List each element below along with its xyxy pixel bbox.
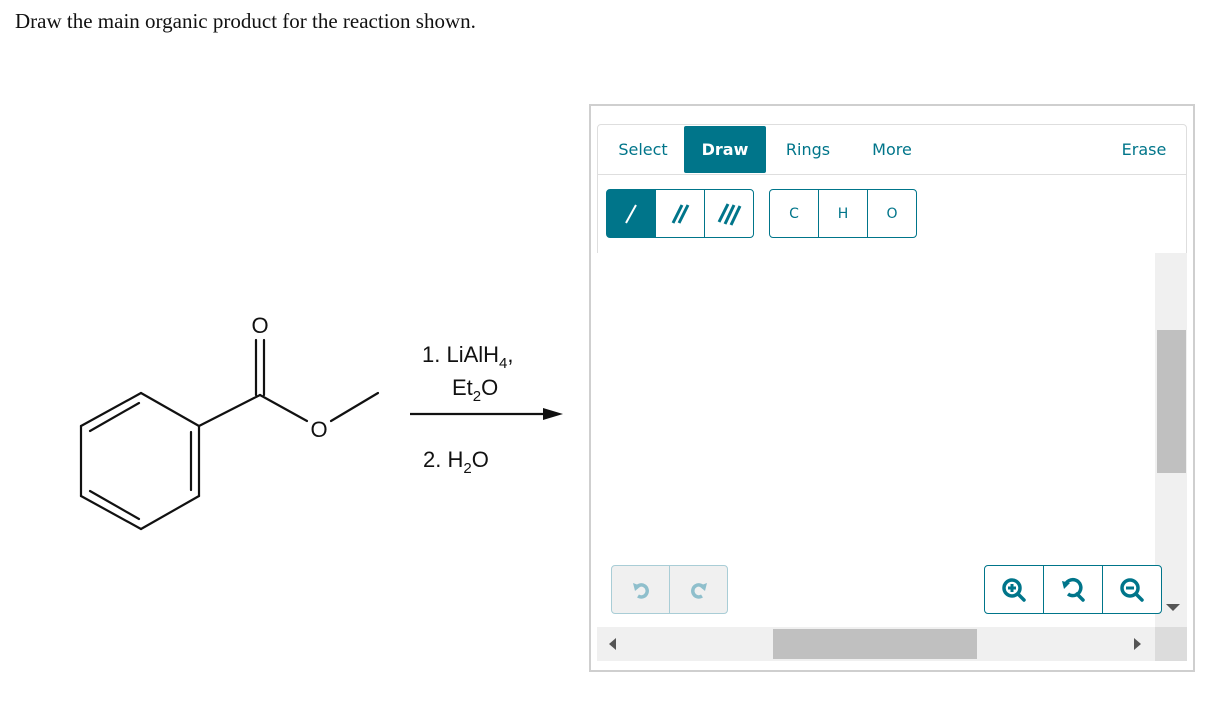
undo-icon	[632, 582, 649, 599]
reactant-structure	[79, 338, 380, 531]
double-bond-button[interactable]	[655, 189, 705, 238]
erase-button[interactable]: Erase	[1112, 126, 1176, 173]
tab-more[interactable]: More	[862, 126, 922, 173]
condition-solvent: Et2O	[452, 375, 498, 405]
scroll-left-arrow-icon[interactable]	[609, 638, 616, 650]
methyl-bond	[329, 391, 380, 423]
ring-bond	[139, 494, 201, 531]
triple-bond-icon	[717, 202, 742, 226]
scroll-right-arrow-icon[interactable]	[1134, 638, 1141, 650]
horizontal-scroll-thumb[interactable]	[773, 629, 977, 659]
zoom-reset-icon	[1062, 577, 1085, 602]
tab-rings[interactable]: Rings	[778, 126, 838, 173]
ester-bond	[258, 393, 309, 423]
condition-step2-subscript: 2	[463, 460, 471, 477]
condition-solvent-subscript: 2	[473, 388, 481, 405]
tab-draw[interactable]: Draw	[684, 126, 766, 173]
condition-step1: 1. LiAlH4,	[422, 342, 514, 372]
condition-step2-text: 2. H	[423, 447, 463, 472]
redo-icon	[690, 582, 707, 599]
atom-h-button[interactable]: H	[818, 189, 868, 238]
single-bond-icon	[625, 204, 637, 223]
zoom-in-icon	[1002, 577, 1026, 602]
scrollbar-corner	[1155, 627, 1187, 661]
condition-solvent-text: Et	[452, 375, 473, 400]
zoom-in-button[interactable]	[984, 565, 1044, 614]
condition-step1-text: 1. LiAlH	[422, 342, 499, 367]
carbonyl-oxygen-label: O	[251, 313, 268, 338]
ring-bond	[79, 494, 143, 531]
undo-button[interactable]	[611, 565, 670, 614]
ring-bond	[139, 391, 201, 428]
condition-step1-subscript: 4	[499, 355, 507, 372]
vertical-scroll-thumb[interactable]	[1157, 330, 1186, 473]
horizontal-scrollbar[interactable]	[597, 627, 1155, 661]
atom-tool-group: C H O	[769, 189, 917, 238]
zoom-out-icon	[1120, 577, 1144, 602]
editor-tab-bar: Select Draw Rings More Erase	[597, 124, 1187, 175]
scroll-down-arrow-icon[interactable]	[1166, 604, 1180, 611]
ring-bond	[79, 391, 143, 428]
triple-bond-button[interactable]	[704, 189, 754, 238]
atom-c-button[interactable]: C	[769, 189, 819, 238]
atom-o-button[interactable]: O	[867, 189, 917, 238]
reaction-arrowhead	[543, 408, 563, 420]
zoom-out-button[interactable]	[1102, 565, 1162, 614]
aryl-carbonyl-bond	[197, 393, 262, 428]
redo-button[interactable]	[669, 565, 728, 614]
bond-tool-group	[606, 189, 754, 238]
zoom-reset-button[interactable]	[1043, 565, 1103, 614]
double-bond-icon	[671, 203, 690, 224]
zoom-controls	[984, 565, 1162, 614]
reaction-scheme: O O 1. LiAlH4, Et2O 2. H2O	[79, 313, 563, 531]
single-bond-button[interactable]	[606, 189, 656, 238]
structure-editor: Select Draw Rings More Erase C H O	[589, 104, 1195, 672]
condition-step2: 2. H2O	[423, 447, 489, 477]
ester-oxygen-label: O	[310, 417, 327, 442]
condition-step2-suffix: O	[472, 447, 489, 472]
condition-step1-suffix: ,	[507, 342, 513, 367]
history-controls	[611, 565, 728, 614]
tab-select[interactable]: Select	[608, 126, 678, 173]
condition-solvent-suffix: O	[481, 375, 498, 400]
draw-tool-panel: C H O	[597, 174, 1187, 254]
